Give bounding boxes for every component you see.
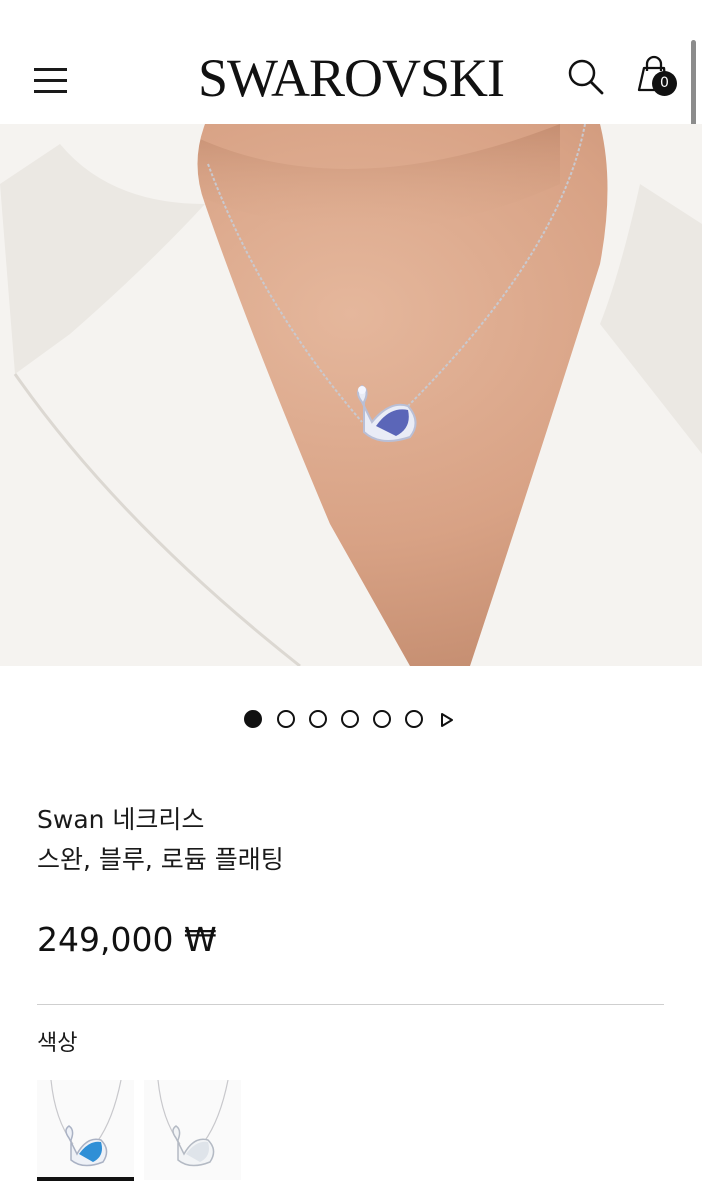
section-divider <box>37 1004 664 1005</box>
site-header: SWAROVSKI 0 <box>0 0 702 124</box>
cart-count-badge: 0 <box>652 71 677 96</box>
carousel-dot-4[interactable] <box>341 710 359 728</box>
carousel-dot-3[interactable] <box>309 710 327 728</box>
product-subtitle: 스완, 블루, 로듐 플래팅 <box>37 845 284 874</box>
carousel-pagination <box>244 710 464 730</box>
selected-swatch-indicator <box>37 1177 134 1181</box>
carousel-dot-2[interactable] <box>277 710 295 728</box>
white-swan-necklace-thumbnail[interactable] <box>144 1080 241 1180</box>
search-icon[interactable] <box>566 57 606 97</box>
product-price: 249,000 ₩ <box>37 920 217 959</box>
product-hero-image[interactable] <box>0 124 702 666</box>
carousel-dot-1[interactable] <box>244 710 262 728</box>
color-section-label: 색상 <box>37 1031 78 1056</box>
carousel-next-icon[interactable] <box>440 712 454 728</box>
carousel-dot-5[interactable] <box>373 710 391 728</box>
carousel-dot-6[interactable] <box>405 710 423 728</box>
product-title: Swan 네크리스 <box>37 805 205 834</box>
blue-swan-necklace-thumbnail[interactable] <box>37 1080 134 1180</box>
